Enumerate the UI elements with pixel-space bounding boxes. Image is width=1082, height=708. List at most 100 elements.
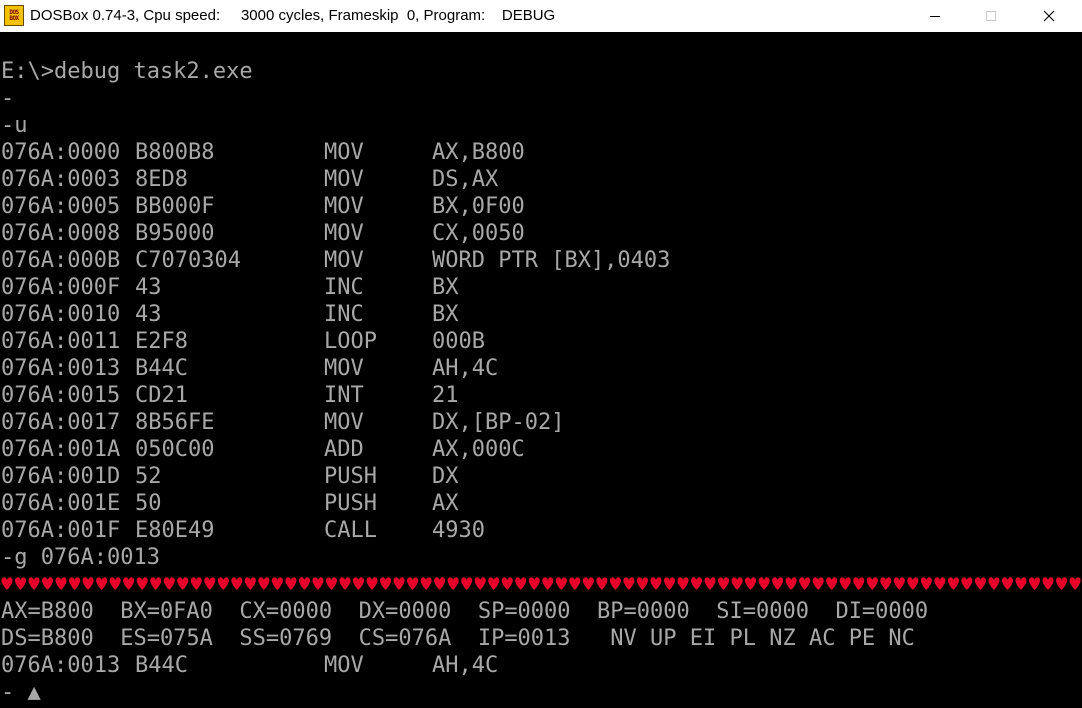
disassembly-address: 076A:0017 <box>1 410 121 435</box>
heart-glyph <box>988 577 1000 590</box>
heart-glyph <box>663 577 676 590</box>
heart-glyph <box>772 577 784 590</box>
heart-glyph <box>136 577 148 590</box>
disassembly-row: 076A:0013 B44C MOV AH,4C <box>1 355 1081 382</box>
disassembly-bytes: 8ED8 <box>135 167 188 192</box>
disassembly-mnemonic: MOV <box>324 248 364 273</box>
heart-glyph <box>623 577 635 590</box>
heart-glyph <box>799 577 811 590</box>
heart-glyph <box>271 577 283 590</box>
heart-glyph <box>285 577 297 590</box>
disassembly-mnemonic: MOV <box>324 194 364 219</box>
heart-glyph <box>907 577 919 590</box>
disassembly-row: 076A:0003 8ED8 MOV DS,AX <box>1 166 1081 193</box>
heart-glyph <box>82 577 94 590</box>
disassembly-operands: WORD PTR [BX],0403 <box>432 248 671 273</box>
disassembly-address: 076A:001D <box>1 464 121 489</box>
disassembly-operands: 4930 <box>432 518 485 543</box>
registers-line-1: AX=B800 BX=0FA0 CX=0000 DX=0000 SP=0000 … <box>1 599 929 624</box>
disassembly-operands: AX,000C <box>432 437 525 462</box>
heart-glyph <box>880 577 892 590</box>
heart-glyph <box>109 577 121 590</box>
final-prompt-line[interactable]: - ▲ <box>1 679 41 706</box>
disassembly-bytes: CD21 <box>135 383 188 408</box>
heart-glyph <box>14 577 27 590</box>
heart-glyph <box>231 577 243 590</box>
heart-glyph <box>28 577 40 590</box>
disassembly-row: 076A:0015 CD21 INT 21 <box>1 382 1081 409</box>
heart-glyph <box>542 577 554 590</box>
heart-glyph <box>312 577 324 590</box>
maximize-icon <box>986 11 996 21</box>
disassembly-operands: AX,B800 <box>432 140 525 165</box>
heart-glyph <box>1001 577 1014 590</box>
disassembly-address: 076A:0005 <box>1 194 121 219</box>
disassembly-row: 076A:0010 43 INC BX <box>1 301 1081 328</box>
disassembly-bytes: BB000F <box>135 194 215 219</box>
heart-glyph <box>704 577 716 590</box>
disassembly-row: 076A:0000 B800B8 MOV AX,B800 <box>1 139 1081 166</box>
heart-glyph <box>690 577 703 590</box>
heart-glyph <box>555 577 567 590</box>
disassembly-operands: AX <box>432 491 459 516</box>
disassembly-row: 076A:001A 050C00 ADD AX,000C <box>1 436 1081 463</box>
heart-glyph <box>853 577 865 590</box>
disassembly-row: 076A:0008 B95000 MOV CX,0050 <box>1 220 1081 247</box>
minimize-button[interactable] <box>912 0 958 32</box>
heart-glyph <box>650 577 662 590</box>
heart-glyph <box>474 577 486 590</box>
disassembly-mnemonic: LOOP <box>324 329 377 354</box>
heart-glyph <box>55 577 67 590</box>
heart-glyph <box>190 577 202 590</box>
window-title: DOSBox 0.74-3, Cpu speed: 3000 cycles, F… <box>30 7 556 24</box>
disassembly-row: 076A:0011 E2F8 LOOP 000B <box>1 328 1081 355</box>
dosbox-window: DOS BOX DOSBox 0.74-3, Cpu speed: 3000 c… <box>0 0 1082 708</box>
minimize-icon <box>930 16 940 17</box>
app-icon-label-bottom: BOX <box>9 14 19 22</box>
heart-glyph <box>1015 577 1027 590</box>
current-bytes: B44C <box>135 653 188 678</box>
heart-glyph <box>934 577 946 590</box>
close-button[interactable] <box>1026 0 1072 32</box>
heart-glyph <box>177 577 189 590</box>
heart-glyph <box>731 577 743 590</box>
disassembly-bytes: C7070304 <box>135 248 241 273</box>
heart-glyph <box>204 577 216 590</box>
heart-glyph <box>325 577 338 590</box>
heart-glyph <box>461 577 473 590</box>
heart-glyph <box>244 577 256 590</box>
current-mnemonic: MOV <box>324 653 364 678</box>
disassembly-address: 076A:000B <box>1 248 121 273</box>
disassembly-address: 076A:0008 <box>1 221 121 246</box>
disassembly-mnemonic: PUSH <box>324 464 377 489</box>
maximize-button[interactable] <box>968 0 1014 32</box>
heart-glyph <box>298 577 310 590</box>
disassembly-bytes: 050C00 <box>135 437 215 462</box>
heart-glyph <box>434 577 446 590</box>
disassembly-operands: DX <box>432 464 459 489</box>
heart-glyph <box>974 577 986 590</box>
heart-glyph <box>596 577 608 590</box>
heart-glyph <box>961 577 973 590</box>
dosbox-app-icon[interactable]: DOS BOX <box>4 5 24 26</box>
disassembly-mnemonic: INC <box>324 302 364 327</box>
disassembly-address: 076A:0015 <box>1 383 121 408</box>
heart-glyph <box>393 577 405 590</box>
heart-glyph <box>1 577 13 590</box>
heart-glyph <box>96 577 108 590</box>
disassembly-operands: AH,4C <box>432 356 499 381</box>
title-bar[interactable]: DOS BOX DOSBox 0.74-3, Cpu speed: 3000 c… <box>0 0 1082 32</box>
disassembly-bytes: B800B8 <box>135 140 215 165</box>
disassembly-mnemonic: CALL <box>324 518 377 543</box>
disassembly-mnemonic: ADD <box>324 437 364 462</box>
heart-glyph <box>420 577 432 590</box>
heart-glyph <box>582 577 594 590</box>
heart-glyph <box>528 577 540 590</box>
dos-terminal[interactable]: E:\>debug task2.exe - -u 076A:0000 B800B8… <box>0 32 1082 708</box>
disassembly-address: 076A:001A <box>1 437 121 462</box>
disassembly-operands: 21 <box>432 383 459 408</box>
heart-glyph <box>380 577 392 590</box>
disassembly-row: 076A:001D 52 PUSH DX <box>1 463 1081 490</box>
heart-glyph <box>866 577 878 590</box>
current-instruction-line: 076A:0013 B44C MOV AH,4C <box>1 652 1081 679</box>
